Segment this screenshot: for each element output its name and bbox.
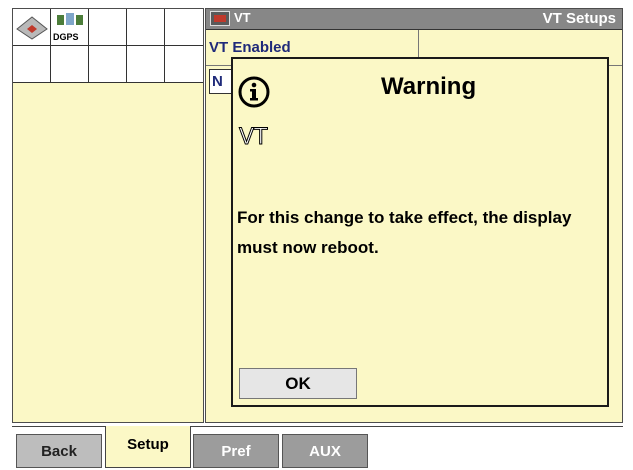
- status-cell[interactable]: [89, 46, 127, 83]
- dialog-message: For this change to take effect, the disp…: [237, 208, 572, 257]
- ok-button[interactable]: OK: [239, 368, 357, 399]
- left-panel: DGPS: [12, 8, 204, 423]
- title-bar: VT VT Setups: [206, 9, 622, 30]
- warning-dialog: Warning VT For this change to take effec…: [231, 57, 609, 407]
- status-cell[interactable]: [127, 46, 165, 83]
- window-label: VT: [234, 10, 251, 25]
- tab-aux-label: AUX: [309, 443, 341, 460]
- status-grid: DGPS: [13, 9, 203, 83]
- tab-setup-label: Setup: [127, 436, 169, 453]
- gps-status-cell[interactable]: DGPS: [51, 9, 89, 46]
- display-screen: DGPS VT VT Setups VT Enabled N Warning V…: [0, 0, 633, 470]
- back-button-label: Back: [41, 443, 77, 460]
- tab-pref-label: Pref: [221, 443, 251, 460]
- gps-status-label: DGPS: [53, 32, 79, 42]
- status-cell[interactable]: [51, 46, 89, 83]
- vt-enabled-label: VT Enabled: [209, 39, 291, 56]
- status-cell[interactable]: [165, 9, 203, 46]
- tab-aux[interactable]: AUX: [282, 434, 368, 468]
- info-icon: [238, 76, 270, 108]
- svg-text:VT: VT: [239, 125, 268, 148]
- dialog-title: Warning: [381, 73, 477, 100]
- tab-setup[interactable]: Setup: [105, 426, 191, 468]
- vt-screen-icon: [210, 11, 230, 26]
- page-title: VT Setups: [542, 10, 616, 27]
- logo-cell[interactable]: [13, 9, 51, 46]
- vt-monitor-icon: [214, 15, 226, 22]
- satellite-icon: [57, 13, 83, 25]
- vt-logo-icon: VT: [239, 125, 269, 149]
- product-logo-icon: [16, 16, 48, 40]
- bottom-tab-bar: Back Setup Pref AUX: [12, 424, 623, 470]
- tab-pref[interactable]: Pref: [193, 434, 279, 468]
- back-button[interactable]: Back: [16, 434, 102, 468]
- status-cell[interactable]: [165, 46, 203, 83]
- tab-divider-line: [12, 426, 623, 427]
- status-cell[interactable]: [13, 46, 51, 83]
- status-cell[interactable]: [127, 9, 165, 46]
- status-cell[interactable]: [89, 9, 127, 46]
